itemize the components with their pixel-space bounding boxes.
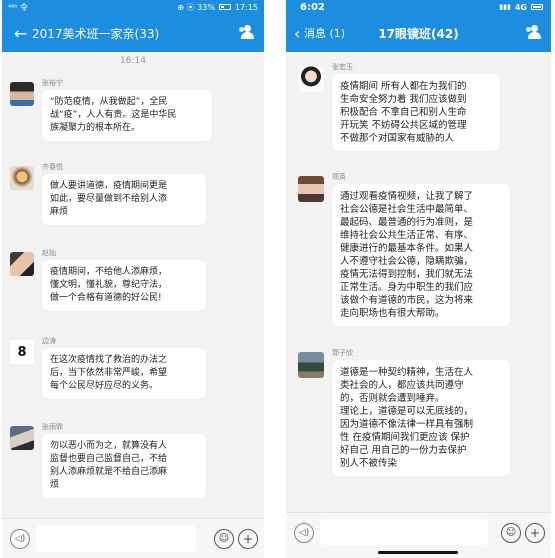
- status-time: 17:15: [234, 2, 258, 12]
- signal-indicator: ⁴⁶ᴵⁱ 令: [8, 2, 28, 12]
- message-line: 性 在疫情期间我们更应该 保护: [340, 432, 470, 443]
- plus-icon[interactable]: +: [238, 529, 258, 549]
- message-line: 因为道德不像法律一样具有强制: [340, 419, 474, 430]
- message-input[interactable]: [320, 519, 488, 545]
- input-bar: ◁) ☺ +: [2, 518, 264, 558]
- message-line: 别人不被传染: [340, 458, 398, 469]
- status-bar: ⁴⁶ᴵⁱ 令 ⊕ ⦿ 33% 17:15: [2, 0, 264, 14]
- message-line: 懂文明，懂礼貌，尊纪守法，: [50, 280, 168, 290]
- message-bubble[interactable]: 疫情期间 所有人都在为我们的 生命安全努力着 我们应该做到 积极配合 不拿自己和…: [332, 74, 500, 151]
- sender-name: 张宏玉: [332, 63, 353, 71]
- sender-name: 张雨霏: [42, 423, 63, 431]
- message-line: 做一个合格有道德的好公民!: [50, 293, 162, 303]
- emoji-icon[interactable]: ☺: [214, 529, 234, 549]
- message-line: 疫情期间，不给他人添麻烦，: [50, 267, 168, 277]
- left-chat-screen: ⁴⁶ᴵⁱ 令 ⊕ ⦿ 33% 17:15 ← 2017美术班一家亲(33) 16…: [2, 0, 264, 558]
- message-line: 监督也要自己监督自己，不给: [50, 454, 168, 464]
- sender-name: 张裕宁: [42, 79, 63, 87]
- message-list[interactable]: 张宏玉 疫情期间 所有人都在为我们的 生命安全努力着 我们应该做到 积极配合 不…: [286, 52, 551, 512]
- avatar[interactable]: 8: [10, 340, 34, 364]
- group-title: 2017美术班一家亲(33): [32, 26, 160, 41]
- message-bubble[interactable]: 勿以恶小而为之，就算没有人 监督也要自己监督自己，不给 别人添麻烦就是不给自己添…: [42, 434, 206, 498]
- plus-icon[interactable]: +: [525, 523, 545, 543]
- message-line: 通过观看疫情视频，让我了解了: [340, 191, 474, 202]
- message-line: 走向职场也有很大帮助。: [340, 308, 445, 319]
- sender-name: 齐春悦: [42, 163, 63, 171]
- status-icons: ⊕ ⦿ 33%: [177, 2, 215, 12]
- message-line: 最起码、最普通的行为准则，是: [340, 217, 474, 228]
- chat-header: ‹ 消息 (1) 17眼镜班(42): [286, 14, 551, 52]
- message-line: 做人要讲道德，疫情期间更是: [50, 181, 168, 191]
- message-line: 战“疫”，人人有责。这是中华民: [50, 110, 177, 120]
- voice-icon[interactable]: ◁): [10, 529, 30, 549]
- avatar[interactable]: [10, 252, 34, 276]
- battery-icon: [531, 4, 543, 10]
- message-line: 后，当下依然非常严峻，希望: [50, 368, 168, 378]
- message-line: 维持社会公共生活正常、有序、: [340, 230, 474, 241]
- message-line: 好自己 用自己的一份力去保护: [340, 445, 467, 456]
- sender-name: 赵灿: [42, 249, 56, 257]
- battery-icon: [218, 4, 231, 10]
- avatar[interactable]: [10, 426, 34, 450]
- message-bubble[interactable]: 在这次疫情找了救治的办法之 后，当下依然非常严峻，希望 每个公民尽好应尽的义务。: [42, 348, 206, 399]
- message-line: 勿以恶小而为之，就算没有人: [50, 441, 168, 451]
- message-line: 族凝聚力的根本所在。: [50, 123, 141, 133]
- time-divider: 16:14: [120, 56, 146, 66]
- message-line: 如此，要尽量做到不给别人添: [50, 194, 168, 204]
- network-type: 4G: [514, 2, 527, 12]
- message-bubble[interactable]: “防范疫情，从我做起”，全民 战“疫”，人人有责。这是中华民 族凝聚力的根本所在…: [42, 90, 212, 141]
- message-bubble[interactable]: 道德是一种契约精神，生活在人 类社会的人，都应该共同遵守 的，否则就会遭到唾弃。…: [332, 360, 510, 476]
- emoji-icon[interactable]: ☺: [501, 523, 521, 543]
- message-line: 道德是一种契约精神，生活在人: [340, 367, 474, 378]
- message-line: 疫情期间 所有人都在为我们的: [340, 81, 467, 92]
- message-bubble[interactable]: 做人要讲道德，疫情期间更是 如此，要尽量做到不给别人添 麻烦: [42, 174, 206, 225]
- message-line: 每个公民尽好应尽的义务。: [50, 381, 159, 391]
- status-bar: 6:02 ▮▮▮ 4G: [286, 0, 551, 14]
- message-line: 开玩笑 不妨碍公共区域的管理: [340, 120, 467, 131]
- sender-name: 郭子欣: [332, 349, 353, 357]
- message-bubble[interactable]: 通过观看疫情视频，让我了解了 社会公德是社会生活中最简单、 最起码、最普通的行为…: [332, 184, 510, 326]
- message-line: 正常生活。身为中职生的我们应: [340, 282, 474, 293]
- right-chat-screen: 6:02 ▮▮▮ 4G ‹ 消息 (1) 17眼镜班(42) 张宏玉 疫情期间 …: [286, 0, 551, 558]
- message-line: 烦: [50, 480, 60, 490]
- status-time: 6:02: [300, 1, 325, 13]
- avatar[interactable]: [298, 352, 324, 378]
- message-line: 在这次疫情找了救治的办法之: [50, 355, 168, 365]
- message-line: 该做个有道德的市民，这为将来: [340, 295, 474, 306]
- message-line: 的，否则就会遭到唾弃。: [340, 393, 445, 404]
- avatar[interactable]: [298, 66, 324, 92]
- voice-icon[interactable]: ◁): [294, 523, 314, 543]
- chat-header: ← 2017美术班一家亲(33): [2, 14, 264, 52]
- message-line: 疫情无法得到控制，我们就无法: [340, 269, 474, 280]
- avatar[interactable]: [298, 176, 324, 202]
- message-line: 不做那个对国家有威胁的人: [340, 133, 455, 144]
- message-line: 健康进行的最基本条件。如果人: [340, 243, 474, 254]
- message-line: 理论上，道德是可以无底线的，: [340, 406, 474, 417]
- message-line: 麻烦: [50, 207, 69, 217]
- message-line: 人不遵守社会公德，隐瞒欺骗，: [340, 256, 474, 267]
- signal-icon: ▮▮▮: [499, 3, 511, 11]
- sender-name: 边涛: [42, 337, 56, 345]
- input-bar: ◁) ☺ +: [286, 512, 551, 558]
- message-line: 积极配合 不拿自己和别人生命: [340, 107, 467, 118]
- back-arrow-icon[interactable]: ←: [2, 24, 32, 43]
- avatar[interactable]: [10, 166, 34, 190]
- back-messages-link[interactable]: 消息 (1): [304, 25, 345, 41]
- message-bubble[interactable]: 疫情期间，不给他人添麻烦， 懂文明，懂礼貌，尊纪守法， 做一个合格有道德的好公民…: [42, 260, 206, 311]
- message-list[interactable]: 16:14 张裕宁 “防范疫情，从我做起”，全民 战“疫”，人人有责。这是中华民…: [2, 52, 264, 518]
- home-indicator[interactable]: [378, 551, 458, 554]
- message-input[interactable]: [36, 526, 196, 552]
- group-members-icon[interactable]: [525, 25, 543, 39]
- message-line: 社会公德是社会生活中最简单、: [340, 204, 474, 215]
- chevron-left-icon[interactable]: ‹: [286, 24, 304, 43]
- sender-name: 项英: [332, 173, 346, 181]
- message-line: “防范疫情，从我做起”，全民: [50, 97, 168, 107]
- message-line: 别人添麻烦就是不给自己添麻: [50, 467, 168, 477]
- message-line: 生命安全努力着 我们应该做到: [340, 94, 467, 105]
- avatar[interactable]: [10, 82, 34, 106]
- message-line: 类社会的人，都应该共同遵守: [340, 380, 464, 391]
- group-members-icon[interactable]: [238, 25, 256, 39]
